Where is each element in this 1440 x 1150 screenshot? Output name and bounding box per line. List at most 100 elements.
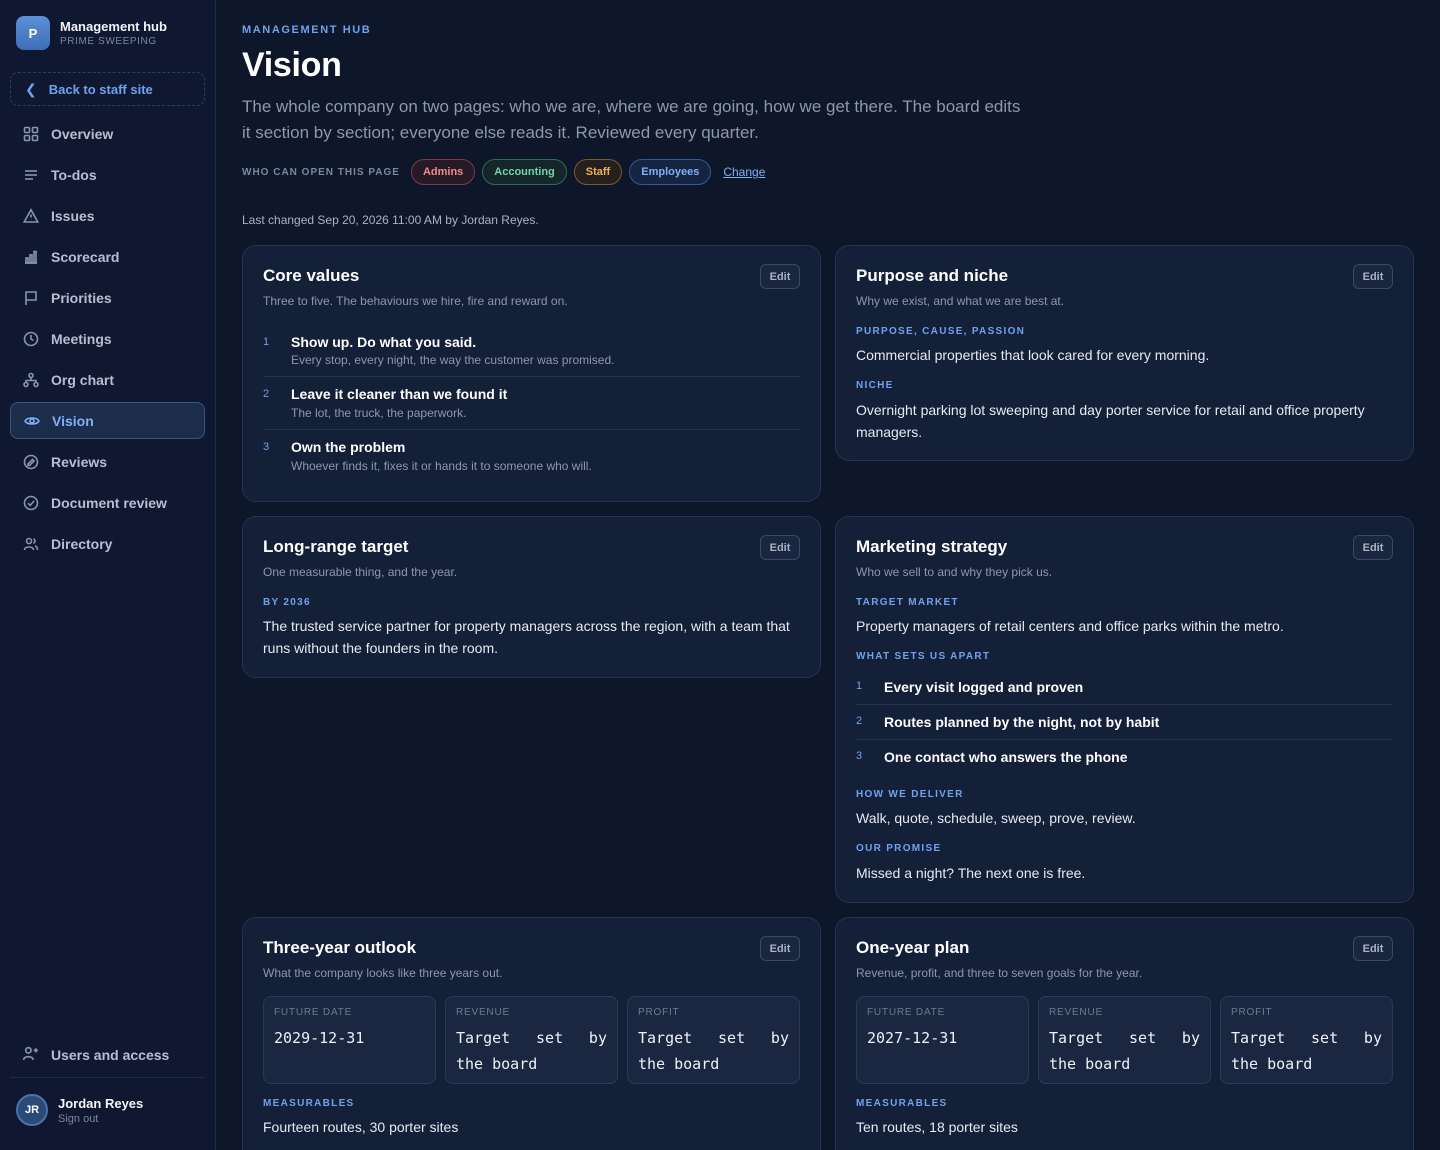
user-name: Jordan Reyes xyxy=(58,1095,144,1111)
access-pill-employees: Employees xyxy=(629,159,712,185)
card-title: Purpose and niche xyxy=(856,266,1009,285)
stat-value: 2027-12-31 xyxy=(867,1029,958,1047)
list-item: 2 Routes planned by the night, not by ha… xyxy=(856,705,1393,740)
card-title: Marketing strategy xyxy=(856,537,1008,556)
back-to-staff-site-link[interactable]: ❮ Back to staff site xyxy=(10,72,205,106)
section-label: NICHE xyxy=(856,380,894,391)
last-changed-text: Last changed Sep 20, 2026 11:00 AM by Jo… xyxy=(242,213,539,227)
edit-button[interactable]: Edit xyxy=(760,264,800,289)
item-title: Own the problem xyxy=(291,439,406,455)
sidebar-item-priorities[interactable]: Priorities xyxy=(10,279,205,316)
stat-label: PROFIT xyxy=(638,1007,680,1018)
brand-subtitle: PRIME SWEEPING xyxy=(60,35,157,47)
sidebar-item-reviews[interactable]: Reviews xyxy=(10,443,205,480)
profit-box: PROFIT Target set by the board xyxy=(627,996,800,1084)
change-access-link[interactable]: Change xyxy=(723,165,765,179)
access-row: WHO CAN OPEN THIS PAGE Admins Accounting… xyxy=(242,159,765,185)
sidebar-item-label: Document review xyxy=(51,494,167,511)
users-and-access-label: Users and access xyxy=(51,1047,170,1063)
sidebar-item-issues[interactable]: Issues xyxy=(10,197,205,234)
eye-icon xyxy=(23,412,41,430)
bar-chart-icon xyxy=(22,248,40,266)
item-title: Show up. Do what you said. xyxy=(291,334,477,350)
brand[interactable]: P Management hub PRIME SWEEPING xyxy=(16,16,167,50)
access-pill-staff: Staff xyxy=(573,159,623,185)
sidebar-item-label: Directory xyxy=(51,535,113,552)
list-item: 3 One contact who answers the phone xyxy=(856,740,1393,775)
check-circle-icon xyxy=(22,494,40,512)
niche-text: Overnight parking lot sweeping and day p… xyxy=(856,402,1365,440)
item-number: 1 xyxy=(856,680,863,692)
item-number: 3 xyxy=(856,750,863,762)
sidebar-item-directory[interactable]: Directory xyxy=(10,525,205,562)
sidebar-item-org-chart[interactable]: Org chart xyxy=(10,361,205,398)
sidebar-divider xyxy=(10,1077,205,1078)
item-title: Every visit logged and proven xyxy=(884,679,1084,695)
stat-label: REVENUE xyxy=(1049,1007,1103,1018)
edit-button[interactable]: Edit xyxy=(1353,535,1393,560)
sidebar-item-to-dos[interactable]: To-dos xyxy=(10,156,205,193)
purpose-niche-card: Purpose and niche Why we exist, and what… xyxy=(835,245,1414,461)
edit-button[interactable]: Edit xyxy=(1353,264,1393,289)
promise-text: Missed a night? The next one is free. xyxy=(856,865,1086,881)
sign-out-link[interactable]: Sign out xyxy=(58,1113,143,1125)
org-chart-icon xyxy=(22,371,40,389)
item-title: Leave it cleaner than we found it xyxy=(291,386,508,402)
sidebar-item-label: Issues xyxy=(51,207,95,224)
stat-value: Target set by the board xyxy=(456,1029,607,1073)
page-description: The whole company on two pages: who we a… xyxy=(242,97,1021,142)
sidebar-item-meetings[interactable]: Meetings xyxy=(10,320,205,357)
future-date-box: FUTURE DATE 2027-12-31 xyxy=(856,996,1029,1084)
item-title: Routes planned by the night, not by habi… xyxy=(884,714,1160,730)
measurables-text: Fourteen routes, 30 porter sites xyxy=(263,1119,459,1135)
differentiators-list: 1 Every visit logged and proven 2 Routes… xyxy=(856,670,1393,775)
edit-button[interactable]: Edit xyxy=(760,936,800,961)
how-we-deliver-text: Walk, quote, schedule, sweep, prove, rev… xyxy=(856,810,1136,826)
sidebar-item-users-and-access[interactable]: Users and access xyxy=(10,1037,205,1073)
section-label: MEASURABLES xyxy=(263,1098,355,1109)
edit-button[interactable]: Edit xyxy=(1353,936,1393,961)
flag-icon xyxy=(22,289,40,307)
core-values-list: 1 Show up. Do what you said. Every stop,… xyxy=(263,328,800,480)
future-date-box: FUTURE DATE 2029-12-31 xyxy=(263,996,436,1084)
stat-value: Target set by the board xyxy=(1231,1029,1382,1073)
item-number: 2 xyxy=(263,388,270,400)
card-title: One-year plan xyxy=(856,938,970,957)
edit-button[interactable]: Edit xyxy=(760,535,800,560)
page-eyebrow: MANAGEMENT HUB xyxy=(242,24,372,36)
marketing-strategy-card: Marketing strategy Who we sell to and wh… xyxy=(835,516,1414,903)
item-title: One contact who answers the phone xyxy=(884,749,1128,765)
target-market-text: Property managers of retail centers and … xyxy=(856,618,1284,634)
card-subtitle: Revenue, profit, and three to seven goal… xyxy=(856,966,1143,980)
user-profile[interactable]: JR Jordan Reyes Sign out xyxy=(16,1094,143,1126)
chevron-left-icon: ❮ xyxy=(25,80,37,97)
card-subtitle: Who we sell to and why they pick us. xyxy=(856,565,1053,579)
revenue-box: REVENUE Target set by the board xyxy=(445,996,618,1084)
list-item: 2 Leave it cleaner than we found it The … xyxy=(263,377,800,430)
access-label: WHO CAN OPEN THIS PAGE xyxy=(242,166,400,178)
warning-icon xyxy=(22,207,40,225)
three-year-outlook-card: Three-year outlook What the company look… xyxy=(242,917,821,1150)
card-subtitle: Three to five. The behaviours we hire, f… xyxy=(263,294,568,308)
sidebar-item-vision[interactable]: Vision xyxy=(10,402,205,439)
card-title: Long-range target xyxy=(263,537,409,556)
add-user-icon xyxy=(22,1045,40,1065)
sidebar-item-label: Vision xyxy=(52,412,94,429)
stat-label: PROFIT xyxy=(1231,1007,1273,1018)
item-description: Whoever finds it, fixes it or hands it t… xyxy=(291,459,592,473)
brand-logo: P xyxy=(16,16,50,50)
sidebar-item-overview[interactable]: Overview xyxy=(10,115,205,152)
brand-title: Management hub xyxy=(60,18,167,34)
sidebar-nav: Overview To-dos Issues Scorecard Priorit… xyxy=(10,115,205,566)
section-label: WHAT SETS US APART xyxy=(856,651,991,662)
sidebar-item-label: Org chart xyxy=(51,371,115,388)
access-pill-admins: Admins xyxy=(410,159,476,185)
section-label: PURPOSE, CAUSE, PASSION xyxy=(856,326,1026,337)
card-subtitle: One measurable thing, and the year. xyxy=(263,565,458,579)
sidebar-item-document-review[interactable]: Document review xyxy=(10,484,205,521)
back-link-label: Back to staff site xyxy=(48,81,153,97)
sidebar-item-scorecard[interactable]: Scorecard xyxy=(10,238,205,275)
item-description: Every stop, every night, the way the cus… xyxy=(291,353,615,367)
stat-label: FUTURE DATE xyxy=(867,1007,946,1018)
one-year-plan-card: One-year plan Revenue, profit, and three… xyxy=(835,917,1414,1150)
